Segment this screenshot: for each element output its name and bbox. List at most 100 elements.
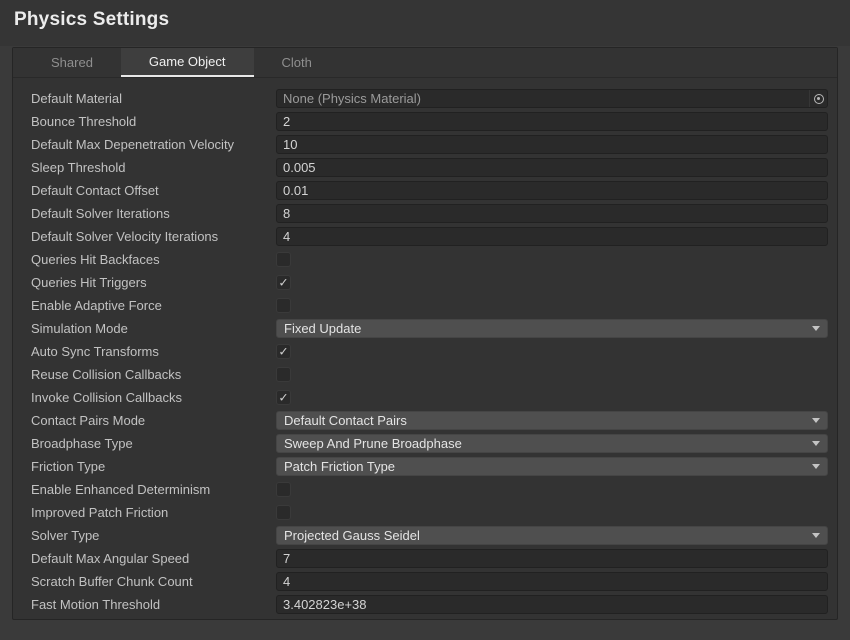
checkbox[interactable]: ✓ [276,344,291,359]
checkmark-icon: ✓ [278,276,288,288]
checkbox[interactable] [276,298,291,313]
field-control [276,158,828,177]
settings-row: Broadphase Type Sweep And Prune Broadphas… [13,432,837,455]
tab-shared[interactable]: Shared [23,48,121,77]
target-dot [817,97,820,100]
text-input[interactable] [276,572,828,591]
settings-row: Enable Enhanced Determinism [13,478,837,501]
settings-panel: SharedGame ObjectCloth Default Material N… [12,47,838,620]
settings-row: Auto Sync Transforms✓ [13,340,837,363]
settings-row: Improved Patch Friction [13,501,837,524]
settings-row: Default Material None (Physics Material) [13,87,837,110]
field-label: Invoke Collision Callbacks [31,390,276,405]
field-control: Projected Gauss Seidel [276,526,828,545]
object-picker-icon[interactable] [809,90,827,107]
dropdown-value: Projected Gauss Seidel [284,528,420,543]
field-control [276,181,828,200]
checkbox[interactable] [276,367,291,382]
field-label: Broadphase Type [31,436,276,451]
checkmark-icon: ✓ [278,391,288,403]
field-label: Contact Pairs Mode [31,413,276,428]
text-input[interactable] [276,549,828,568]
field-label: Enable Enhanced Determinism [31,482,276,497]
dropdown-select[interactable]: Sweep And Prune Broadphase [276,434,828,453]
field-control: Sweep And Prune Broadphase [276,434,828,453]
field-label: Scratch Buffer Chunk Count [31,574,276,589]
text-input[interactable] [276,204,828,223]
dropdown-value: Default Contact Pairs [284,413,407,428]
field-label: Sleep Threshold [31,160,276,175]
settings-row: Bounce Threshold [13,110,837,133]
field-label: Improved Patch Friction [31,505,276,520]
settings-row: Solver TypeProjected Gauss Seidel [13,524,837,547]
text-input[interactable] [276,181,828,200]
field-label: Default Material [31,91,276,106]
field-control [276,572,828,591]
dropdown-select[interactable]: Default Contact Pairs [276,411,828,430]
field-label: Reuse Collision Callbacks [31,367,276,382]
text-input[interactable] [276,112,828,131]
field-control [276,227,828,246]
settings-row: Default Solver Iterations [13,202,837,225]
chevron-down-icon [812,326,820,331]
chevron-down-icon [812,464,820,469]
field-label: Default Solver Velocity Iterations [31,229,276,244]
checkbox[interactable] [276,482,291,497]
field-control [276,135,828,154]
field-control: ✓ [276,342,828,361]
physics-settings-window: Physics Settings SharedGame ObjectCloth … [0,0,850,640]
field-control [276,365,828,384]
field-label: Default Max Depenetration Velocity [31,137,276,152]
checkbox[interactable]: ✓ [276,275,291,290]
field-control: Patch Friction Type [276,457,828,476]
field-label: Queries Hit Backfaces [31,252,276,267]
object-field[interactable]: None (Physics Material) [276,89,828,108]
settings-row: Invoke Collision Callbacks✓ [13,386,837,409]
settings-rows: Default Material None (Physics Material) B… [13,78,837,616]
field-label: Simulation Mode [31,321,276,336]
field-control: Fixed Update [276,319,828,338]
checkbox[interactable]: ✓ [276,390,291,405]
dropdown-select[interactable]: Fixed Update [276,319,828,338]
settings-row: Default Max Depenetration Velocity [13,133,837,156]
settings-row: Queries Hit Backfaces [13,248,837,271]
field-control [276,204,828,223]
field-control [276,480,828,499]
dropdown-value: Patch Friction Type [284,459,395,474]
field-control [276,250,828,269]
tab-bar: SharedGame ObjectCloth [13,48,837,78]
settings-row: Sleep Threshold [13,156,837,179]
dropdown-select[interactable]: Patch Friction Type [276,457,828,476]
tab-game-object[interactable]: Game Object [121,48,254,77]
field-control: None (Physics Material) [276,89,828,108]
checkbox[interactable] [276,252,291,267]
field-control [276,112,828,131]
settings-row: Reuse Collision Callbacks [13,363,837,386]
field-label: Auto Sync Transforms [31,344,276,359]
settings-row: Fast Motion Threshold [13,593,837,616]
tab-cloth[interactable]: Cloth [254,48,340,77]
page-title: Physics Settings [0,0,850,31]
settings-row: Simulation ModeFixed Update [13,317,837,340]
dropdown-value: Sweep And Prune Broadphase [284,436,462,451]
field-control: Default Contact Pairs [276,411,828,430]
chevron-down-icon [812,441,820,446]
field-control [276,503,828,522]
dropdown-select[interactable]: Projected Gauss Seidel [276,526,828,545]
settings-row: Queries Hit Triggers✓ [13,271,837,294]
field-control [276,595,828,614]
field-control: ✓ [276,388,828,407]
field-label: Default Solver Iterations [31,206,276,221]
object-field-value: None (Physics Material) [283,91,421,106]
settings-row: Scratch Buffer Chunk Count [13,570,837,593]
field-control [276,296,828,315]
settings-row: Enable Adaptive Force [13,294,837,317]
field-label: Enable Adaptive Force [31,298,276,313]
settings-row: Default Solver Velocity Iterations [13,225,837,248]
text-input[interactable] [276,158,828,177]
text-input[interactable] [276,227,828,246]
text-input[interactable] [276,135,828,154]
text-input[interactable] [276,595,828,614]
field-control: ✓ [276,273,828,292]
checkbox[interactable] [276,505,291,520]
